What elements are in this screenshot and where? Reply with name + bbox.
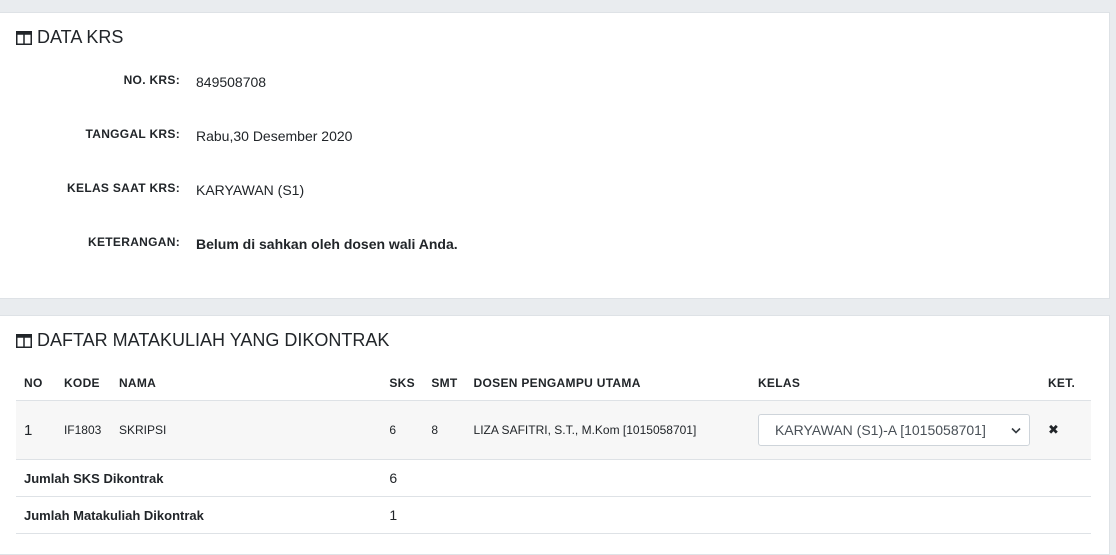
info-row-kelas-krs: KELAS SAAT KRS: KARYAWAN (S1) <box>0 181 700 201</box>
data-krs-card: DATA KRS NO. KRS: 849508708 TANGGAL KRS:… <box>0 12 1110 299</box>
row-smt: 8 <box>423 400 466 460</box>
table-row: 1 IF1803 SKRIPSI 6 8 LIZA SAFITRI, S.T.,… <box>16 400 1091 460</box>
kelas-krs-label: KELAS SAAT KRS: <box>67 181 180 195</box>
no-krs-label: NO. KRS: <box>123 73 180 87</box>
tanggal-krs-label: TANGGAL KRS: <box>85 127 180 141</box>
matakuliah-title-text: DAFTAR MATAKULIAH YANG DIKONTRAK <box>37 330 390 350</box>
row-nama: SKRIPSI <box>110 400 382 460</box>
kelas-select-value: KARYAWAN (S1)-A [1015058701] <box>774 422 986 438</box>
header-no: NO <box>16 366 56 401</box>
kelas-krs-value: KARYAWAN (S1) <box>196 182 305 198</box>
summary-matakuliah-value: 1 <box>381 496 1091 534</box>
columns-icon <box>16 333 32 348</box>
row-kode: IF1803 <box>55 400 111 460</box>
tanggal-krs-value: Rabu,30 Desember 2020 <box>196 128 353 144</box>
table-header-row: NO KODE NAMA SKS SMT DOSEN PENGAMPU UTAM… <box>16 366 1091 401</box>
chevron-down-icon <box>1011 427 1021 434</box>
columns-icon <box>16 30 32 45</box>
header-nama: NAMA <box>110 366 382 401</box>
info-row-no-krs: NO. KRS: 849508708 <box>0 73 700 93</box>
row-kelas-cell: KARYAWAN (S1)-A [1015058701] <box>749 400 1040 460</box>
header-ket: KET. <box>1039 366 1091 401</box>
summary-row-matakuliah: Jumlah Matakuliah Dikontrak 1 <box>16 496 1091 534</box>
header-dosen: DOSEN PENGAMPU UTAMA <box>465 366 750 401</box>
header-kode: KODE <box>55 366 111 401</box>
header-smt: SMT <box>423 366 466 401</box>
row-dosen: LIZA SAFITRI, S.T., M.Kom [1015058701] <box>465 400 750 460</box>
matakuliah-title: DAFTAR MATAKULIAH YANG DIKONTRAK <box>16 330 389 351</box>
row-ket-cell: ✖ <box>1039 400 1091 460</box>
header-kelas: KELAS <box>749 366 1040 401</box>
summary-sks-label: Jumlah SKS Dikontrak <box>16 459 382 497</box>
info-row-keterangan: KETERANGAN: Belum di sahkan oleh dosen w… <box>0 235 700 255</box>
keterangan-value: Belum di sahkan oleh dosen wali Anda. <box>196 236 458 252</box>
keterangan-label: KETERANGAN: <box>88 235 180 249</box>
no-krs-value: 849508708 <box>196 74 267 90</box>
data-krs-title-text: DATA KRS <box>37 27 124 47</box>
header-sks: SKS <box>381 366 424 401</box>
row-no: 1 <box>16 400 56 460</box>
matakuliah-table: NO KODE NAMA SKS SMT DOSEN PENGAMPU UTAM… <box>16 366 1091 534</box>
summary-sks-value: 6 <box>381 459 1091 497</box>
kelas-select[interactable]: KARYAWAN (S1)-A [1015058701] <box>757 414 1030 446</box>
matakuliah-card: DAFTAR MATAKULIAH YANG DIKONTRAK NO KODE… <box>0 315 1110 555</box>
summary-matakuliah-label: Jumlah Matakuliah Dikontrak <box>16 496 382 534</box>
close-icon[interactable]: ✖ <box>1048 422 1059 437</box>
row-sks: 6 <box>381 400 424 460</box>
info-row-tanggal-krs: TANGGAL KRS: Rabu,30 Desember 2020 <box>0 127 700 147</box>
summary-row-sks: Jumlah SKS Dikontrak 6 <box>16 459 1091 497</box>
data-krs-title: DATA KRS <box>16 27 123 48</box>
